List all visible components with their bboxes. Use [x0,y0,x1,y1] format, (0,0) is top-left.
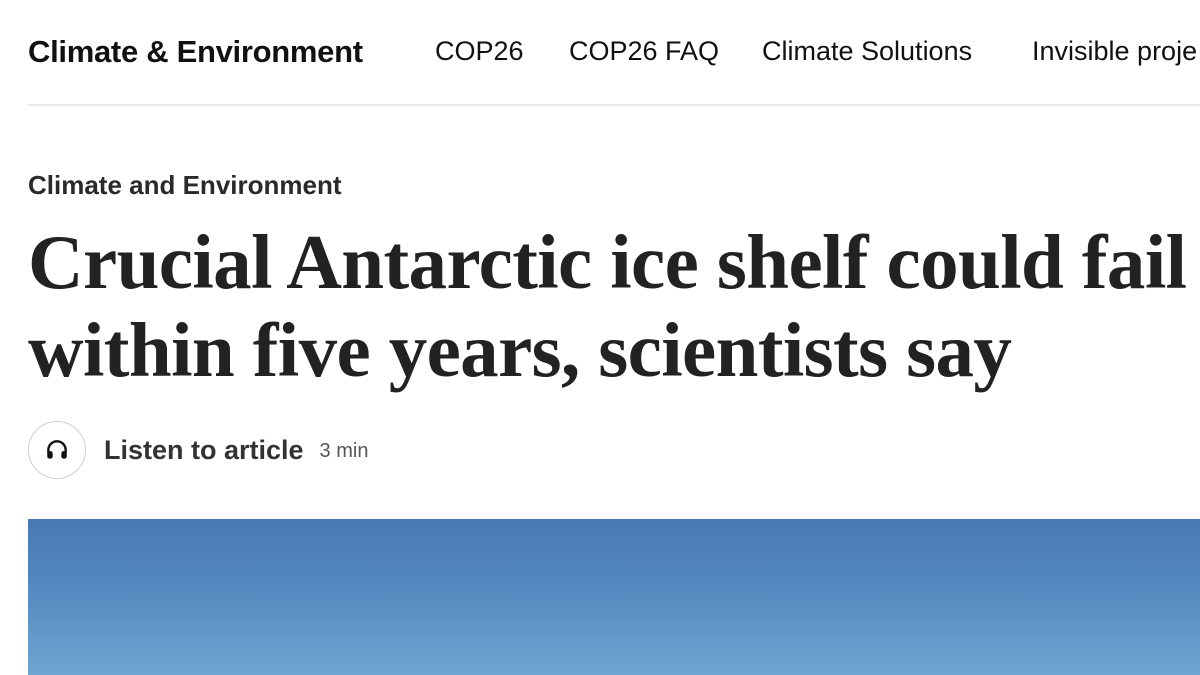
article-kicker[interactable]: Climate and Environment [28,170,342,201]
listen-label: Listen to article [104,434,304,465]
headphones-icon [47,440,67,459]
section-title-link[interactable]: Climate & Environment [28,34,363,70]
nav-link-cop26-faq[interactable]: COP26 FAQ [569,36,719,67]
nav-link-invisible-projects[interactable]: Invisible proje [1032,36,1197,67]
section-nav: Climate & Environment COP26 COP26 FAQ Cl… [28,0,1200,106]
nav-link-climate-solutions[interactable]: Climate Solutions [762,36,972,67]
listen-button[interactable] [28,421,86,479]
listen-to-article[interactable]: Listen to article 3 min [28,420,368,480]
article-headline: Crucial Antarctic ice shelf could fail w… [28,219,1187,393]
nav-link-cop26[interactable]: COP26 [435,36,524,67]
hero-image [28,519,1200,675]
listen-duration: 3 min [319,439,369,462]
